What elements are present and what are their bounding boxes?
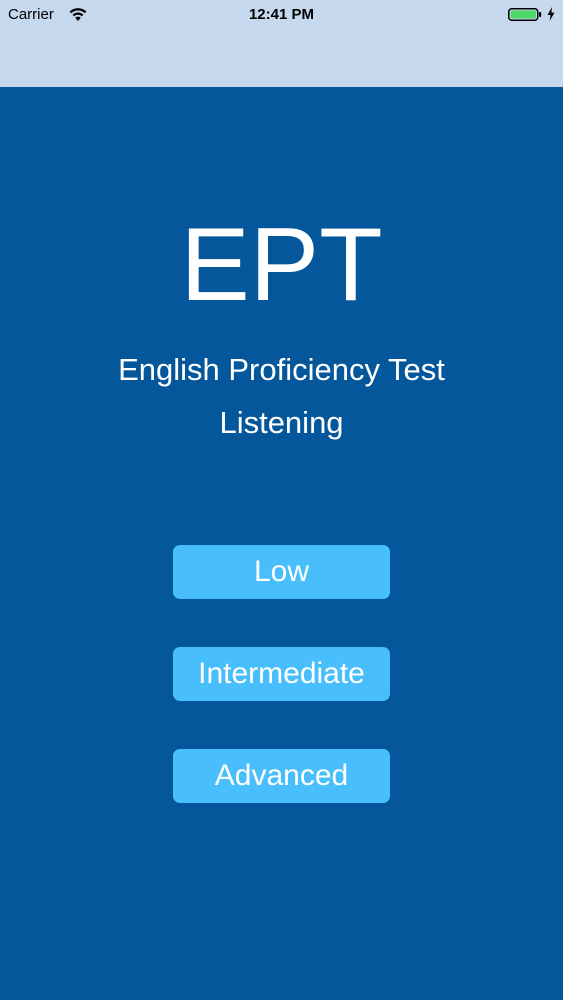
app-title: EPT <box>180 207 383 323</box>
app-screen: Carrier 12:41 PM EPT English Proficiency… <box>0 0 563 1000</box>
app-subtitle: English Proficiency Test <box>118 352 445 387</box>
advanced-level-button[interactable]: Advanced <box>173 749 390 803</box>
section-label: Listening <box>219 405 344 440</box>
battery-icon <box>508 8 542 21</box>
status-bar: Carrier 12:41 PM <box>0 0 563 30</box>
intermediate-level-button[interactable]: Intermediate <box>173 647 390 701</box>
bolt-icon <box>547 7 555 21</box>
clock-time: 12:41 PM <box>248 6 315 23</box>
low-level-button[interactable]: Low <box>173 545 390 599</box>
